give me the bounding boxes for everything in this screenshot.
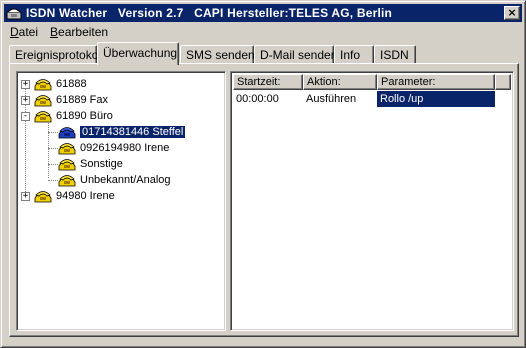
- phone-icon: [34, 191, 52, 203]
- menu-bearbeiten-label: earbeiten: [58, 25, 109, 39]
- number-tree[interactable]: + 61888 + 61889 Fax - 61890 Büro 0171438…: [16, 71, 226, 331]
- title-bar[interactable]: ISDN Watcher Version 2.7 CAPI Hersteller…: [4, 4, 522, 22]
- tree-node-0926194980-irene[interactable]: 0926194980 Irene: [57, 140, 169, 156]
- action-list[interactable]: Startzeit: Aktion: Parameter: 00:00:00 A…: [230, 71, 514, 331]
- cell-parameter[interactable]: Rollo /up: [377, 91, 495, 107]
- column-header-filler: [495, 74, 511, 90]
- menu-bearbeiten-mnemonic: B: [50, 25, 59, 39]
- phone-active-icon: [58, 127, 76, 139]
- tab-ereignisprotokoll[interactable]: Ereignisprotokoll: [9, 45, 104, 64]
- column-header-aktion[interactable]: Aktion:: [303, 74, 377, 90]
- tab-isdn[interactable]: ISDN: [374, 45, 416, 64]
- tree-node-sonstige[interactable]: Sonstige: [57, 156, 123, 172]
- tree-node-label: 61889 Fax: [56, 94, 108, 106]
- tab-panel-ueberwachung: + 61888 + 61889 Fax - 61890 Büro 0171438…: [9, 63, 519, 337]
- expand-toggle[interactable]: +: [21, 192, 30, 201]
- window-title: ISDN Watcher Version 2.7 CAPI Hersteller…: [26, 6, 393, 20]
- menu-datei-mnemonic: D: [10, 25, 19, 39]
- app-window: ISDN Watcher Version 2.7 CAPI Hersteller…: [0, 0, 526, 348]
- tree-node-61890-buero[interactable]: 61890 Büro: [33, 108, 113, 124]
- tree-node-61889-fax[interactable]: 61889 Fax: [33, 92, 108, 108]
- tree-node-61888[interactable]: 61888: [33, 76, 87, 92]
- tab-d-mail-senden[interactable]: D-Mail senden: [254, 45, 337, 64]
- tree-node-01714381446-steffel[interactable]: 01714381446 Steffel: [57, 124, 187, 140]
- tab-strip: Ereignisprotokoll Überwachung SMS senden…: [9, 42, 519, 65]
- menu-datei-label: atei: [18, 25, 39, 39]
- phone-icon: [58, 143, 76, 155]
- tree-node-label: 0926194980 Irene: [80, 142, 170, 154]
- tree-node-unbekannt-analog[interactable]: Unbekannt/Analog: [57, 172, 171, 188]
- tree-node-94980-irene[interactable]: 94980 Irene: [33, 188, 115, 204]
- expand-toggle[interactable]: +: [21, 80, 30, 89]
- tab-sms-senden[interactable]: SMS senden: [180, 45, 255, 64]
- cell-aktion[interactable]: Ausführen: [303, 91, 377, 107]
- tree-node-label: Unbekannt/Analog: [80, 174, 171, 186]
- tree-node-label: 61888: [56, 78, 87, 90]
- tree-connector: [48, 116, 49, 178]
- collapse-toggle[interactable]: -: [21, 112, 30, 121]
- menu-bearbeiten[interactable]: Bearbeiten: [44, 25, 114, 39]
- tree-node-label: 01714381446 Steffel: [78, 125, 187, 139]
- phone-icon: [34, 79, 52, 91]
- phone-app-icon: [6, 5, 22, 21]
- tree-node-label: Sonstige: [80, 158, 123, 170]
- tab-ueberwachung[interactable]: Überwachung: [97, 42, 179, 65]
- menu-datei[interactable]: Datei: [4, 25, 44, 39]
- column-header-startzeit[interactable]: Startzeit:: [233, 74, 303, 90]
- tree-node-label: 94980 Irene: [56, 190, 115, 202]
- expand-toggle[interactable]: +: [21, 96, 30, 105]
- phone-icon: [58, 159, 76, 171]
- phone-icon: [58, 175, 76, 187]
- close-button[interactable]: ×: [504, 6, 520, 20]
- menu-bar: Datei Bearbeiten: [4, 23, 114, 41]
- phone-icon: [34, 111, 52, 123]
- column-header-parameter[interactable]: Parameter:: [377, 74, 495, 90]
- cell-startzeit[interactable]: 00:00:00: [233, 91, 303, 107]
- phone-icon: [34, 95, 52, 107]
- tab-info[interactable]: Info: [334, 45, 374, 64]
- tree-node-label: 61890 Büro: [56, 110, 113, 122]
